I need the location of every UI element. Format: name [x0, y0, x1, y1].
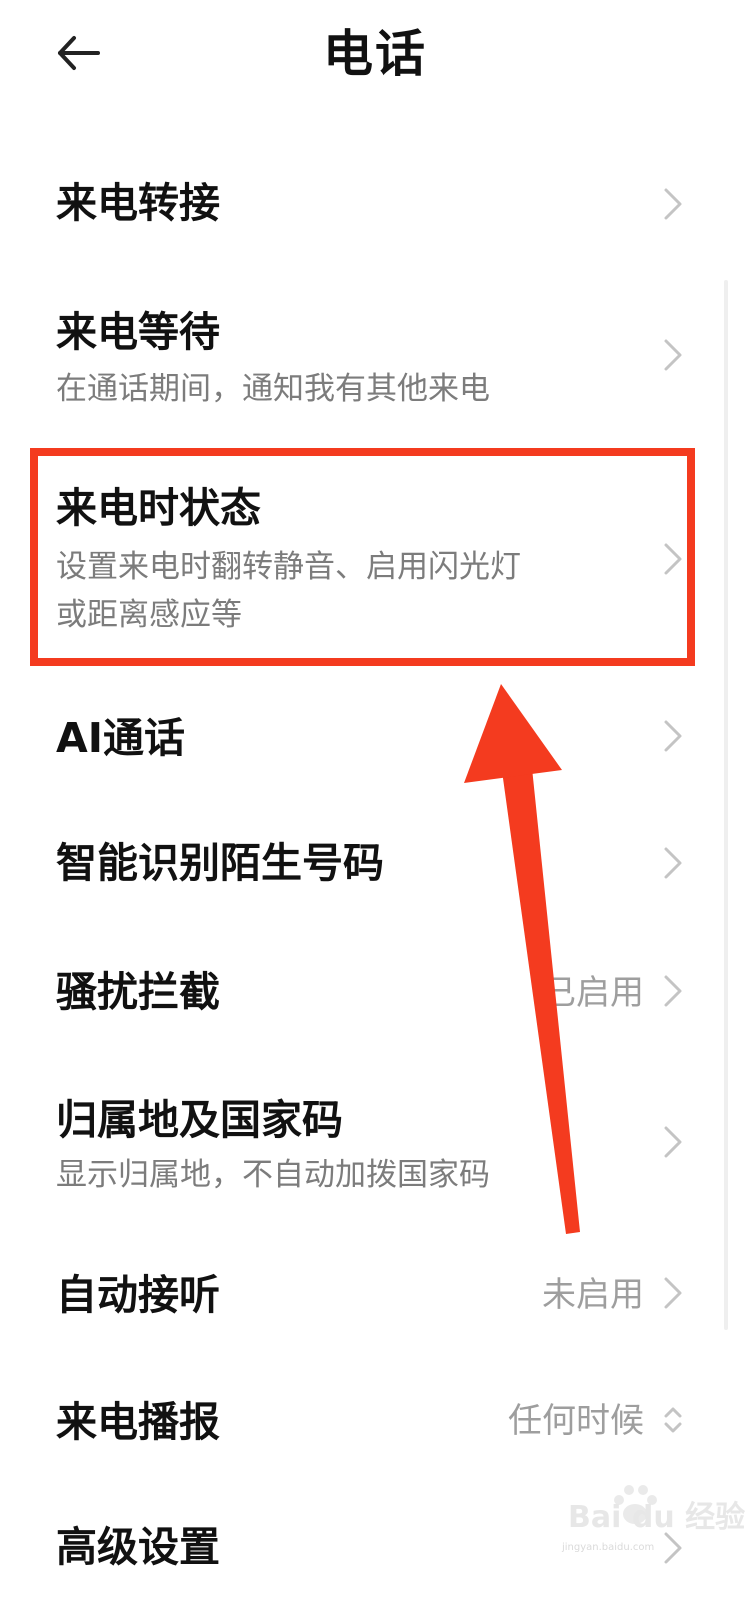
setting-call-waiting[interactable]: 来电等待 在通话期间，通知我有其他来电 — [0, 285, 750, 425]
setting-title: 智能识别陌生号码 — [56, 839, 384, 887]
setting-harassment-block[interactable]: 骚扰拦截 已启用 — [0, 935, 750, 1050]
chevron-right-icon — [664, 720, 682, 752]
setting-title: 来电时状态 — [56, 484, 261, 532]
setting-subtitle: 设置来电时翻转静音、启用闪光灯 — [56, 549, 521, 585]
setting-call-forwarding[interactable]: 来电转接 — [0, 150, 750, 260]
chevron-right-icon — [664, 1126, 682, 1158]
chevron-up-down-icon — [664, 1407, 682, 1433]
page-title: 电话 — [323, 25, 427, 83]
setting-subtitle: 在通话期间，通知我有其他来电 — [56, 371, 490, 407]
setting-title: 来电播报 — [56, 1398, 220, 1446]
setting-auto-answer[interactable]: 自动接听 未启用 — [0, 1240, 750, 1355]
chevron-right-icon — [664, 975, 682, 1007]
chevron-right-icon — [664, 847, 682, 879]
watermark-subtext: jingyan.baidu.com — [562, 1542, 655, 1553]
setting-incoming-call-state[interactable]: 来电时状态 设置来电时翻转静音、启用闪光灯 或距离感应等 — [0, 455, 750, 660]
setting-location-country-code[interactable]: 归属地及国家码 显示归属地，不自动加拨国家码 — [0, 1070, 750, 1220]
setting-value: 任何时候 — [508, 1401, 644, 1441]
setting-title: AI通话 — [56, 714, 185, 762]
setting-title: 骚扰拦截 — [56, 968, 220, 1016]
setting-title: 高级设置 — [56, 1523, 220, 1571]
baidu-watermark: Bai du 经验 jingyan.baidu.com — [560, 1485, 745, 1556]
chevron-right-icon — [664, 1277, 682, 1309]
watermark-text: Bai du 经验 — [568, 1500, 746, 1535]
setting-subtitle: 显示归属地，不自动加拨国家码 — [56, 1157, 490, 1193]
setting-title: 归属地及国家码 — [56, 1096, 343, 1144]
header-bar: 电话 — [0, 0, 750, 110]
setting-call-announcement[interactable]: 来电播报 任何时候 — [0, 1370, 750, 1485]
chevron-right-icon — [664, 339, 682, 371]
setting-title: 自动接听 — [56, 1271, 220, 1319]
setting-value: 未启用 — [542, 1275, 644, 1315]
chevron-right-icon — [664, 188, 682, 220]
chevron-right-icon — [664, 543, 682, 575]
setting-value: 已启用 — [542, 973, 644, 1013]
setting-ai-call[interactable]: AI通话 — [0, 680, 750, 790]
setting-title: 来电转接 — [56, 179, 220, 227]
setting-title: 来电等待 — [56, 308, 220, 356]
setting-identify-unknown-numbers[interactable]: 智能识别陌生号码 — [0, 805, 750, 920]
setting-subtitle: 或距离感应等 — [56, 597, 242, 633]
